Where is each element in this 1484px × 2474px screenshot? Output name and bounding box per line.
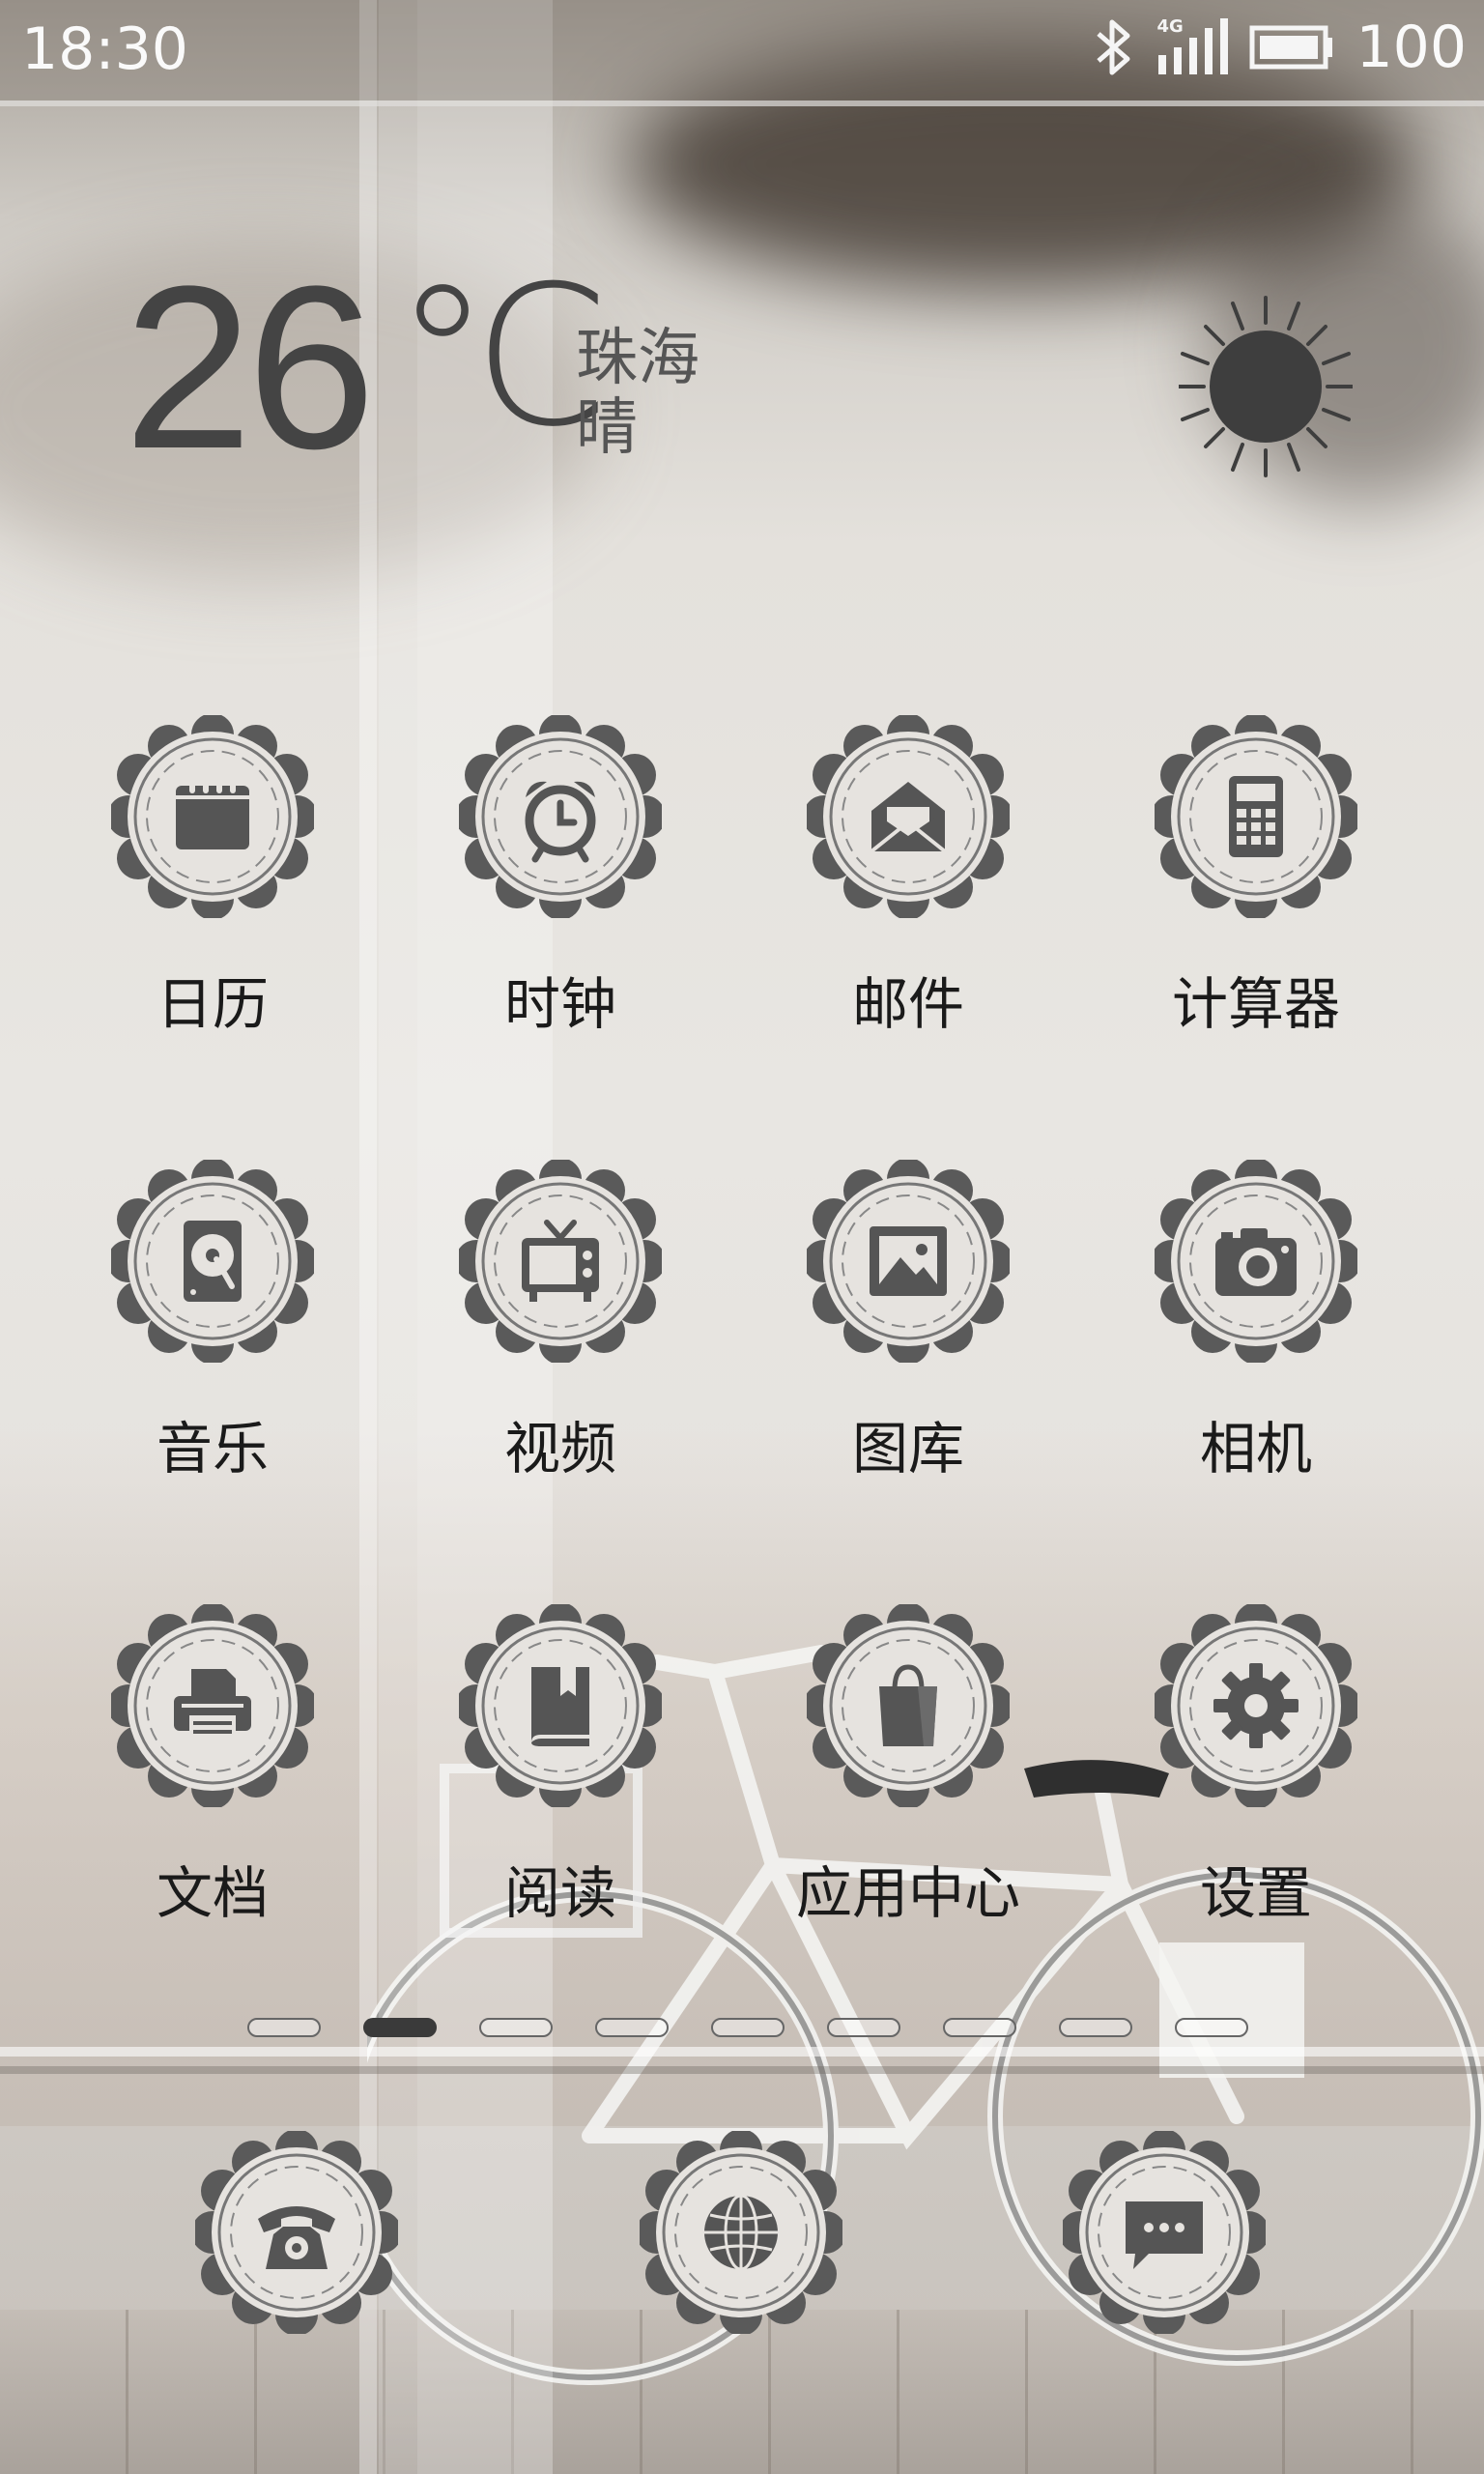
temperature: 26 — [124, 238, 376, 497]
app-label: 视频 — [503, 1416, 616, 1482]
battery-icon — [1249, 25, 1333, 70]
page-dot[interactable] — [827, 2018, 900, 2037]
gear-icon — [1213, 1663, 1298, 1748]
app-camera[interactable]: 相机 — [1111, 1160, 1401, 1484]
app-icon-badge — [807, 715, 1010, 918]
printer-icon — [174, 1669, 251, 1742]
tv-icon — [522, 1220, 599, 1302]
app-calculator[interactable]: 计算器 — [1111, 715, 1401, 1040]
app-label: 文档 — [156, 1860, 269, 1926]
app-documents[interactable]: 文档 — [68, 1604, 357, 1929]
book-icon — [531, 1667, 589, 1746]
app-label: 相机 — [1199, 1416, 1312, 1482]
app-music[interactable]: 音乐 — [68, 1160, 357, 1484]
dock-browser[interactable] — [634, 2127, 848, 2338]
app-label: 时钟 — [503, 971, 616, 1037]
app-icon-badge — [111, 1604, 314, 1807]
dock-messages[interactable] — [1057, 2127, 1271, 2338]
app-icon-badge — [111, 715, 314, 918]
app-gallery[interactable]: 图库 — [763, 1160, 1053, 1484]
app-icon-badge — [1155, 1160, 1357, 1363]
app-icon-badge — [1155, 715, 1357, 918]
weather-info: 珠海 晴 — [576, 323, 699, 464]
page-dot[interactable] — [943, 2018, 1016, 2037]
app-calendar[interactable]: 日历 — [68, 715, 357, 1040]
app-label: 日历 — [156, 971, 269, 1037]
app-icon-badge — [807, 1604, 1010, 1807]
app-icon-badge — [111, 1160, 314, 1363]
page-dot[interactable] — [247, 2018, 321, 2037]
bluetooth-icon — [1097, 19, 1130, 75]
picture-icon — [870, 1226, 947, 1296]
status-indicators: 4G 100 — [1093, 14, 1467, 81]
status-time: 18:30 — [21, 15, 188, 83]
page-dot[interactable] — [711, 2018, 785, 2037]
page-dot-active[interactable] — [363, 2018, 437, 2037]
app-label: 计算器 — [1171, 971, 1340, 1037]
app-reading[interactable]: 阅读 — [415, 1604, 705, 1929]
app-store[interactable]: 应用中心 — [763, 1604, 1053, 1929]
app-label: 图库 — [851, 1416, 964, 1482]
sun-icon — [1179, 296, 1353, 477]
shopping-bag-icon — [879, 1664, 937, 1746]
app-label: 阅读 — [503, 1860, 616, 1926]
app-settings[interactable]: 设置 — [1111, 1604, 1401, 1929]
chat-bubble-icon — [1126, 2201, 1203, 2269]
app-icon-badge — [807, 1160, 1010, 1363]
page-dot[interactable] — [595, 2018, 669, 2037]
globe-icon — [704, 2194, 778, 2271]
weather-condition: 晴 — [576, 391, 638, 464]
mail-icon — [870, 782, 947, 853]
app-icon-badge — [1155, 1604, 1357, 1807]
dock-phone[interactable] — [189, 2127, 404, 2338]
app-icon-badge — [459, 715, 662, 918]
calendar-icon — [176, 778, 249, 849]
music-disc-icon — [184, 1221, 242, 1302]
page-dot[interactable] — [479, 2018, 553, 2037]
telephone-icon — [258, 2206, 335, 2269]
dock-divider — [0, 2066, 1484, 2074]
app-mail[interactable]: 邮件 — [763, 715, 1053, 1040]
status-bar: 18:30 4G 100 — [0, 0, 1484, 106]
signal-icon: 4G — [1156, 16, 1229, 78]
app-icon-badge — [459, 1160, 662, 1363]
page-dot[interactable] — [1175, 2018, 1248, 2037]
app-icon-badge — [459, 1604, 662, 1807]
weather-city: 珠海 — [576, 323, 699, 394]
app-clock[interactable]: 时钟 — [415, 715, 705, 1040]
camera-icon — [1215, 1228, 1297, 1296]
battery-level: 100 — [1356, 14, 1467, 81]
app-label: 应用中心 — [795, 1860, 1020, 1926]
app-video[interactable]: 视频 — [415, 1160, 705, 1484]
calculator-icon — [1229, 776, 1283, 857]
dock-divider — [0, 2047, 1484, 2057]
alarm-clock-icon — [525, 781, 596, 863]
app-label: 设置 — [1199, 1860, 1312, 1926]
page-dot[interactable] — [1059, 2018, 1132, 2037]
app-label: 音乐 — [156, 1416, 269, 1482]
app-label: 邮件 — [851, 971, 964, 1037]
